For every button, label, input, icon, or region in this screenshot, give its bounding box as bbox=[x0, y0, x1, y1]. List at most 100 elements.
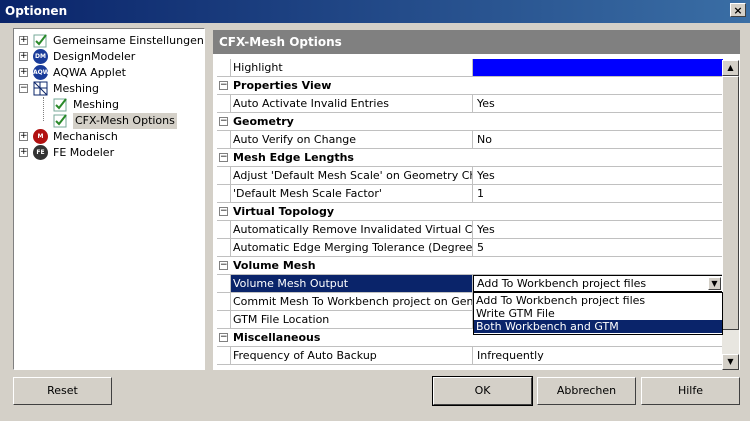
category-properties-view[interactable]: − Properties View bbox=[217, 77, 723, 95]
property-row-default-mesh-scale-factor[interactable]: 'Default Mesh Scale Factor' 1 bbox=[217, 185, 723, 203]
collapse-icon[interactable]: − bbox=[19, 84, 28, 93]
row-gutter bbox=[217, 311, 231, 329]
meshing-icon bbox=[33, 81, 48, 96]
window-title: Optionen bbox=[5, 4, 68, 18]
icon-badge: DM bbox=[33, 49, 48, 64]
reset-button[interactable]: Reset bbox=[13, 377, 112, 405]
property-row-frequency-of-auto-backup[interactable]: Frequency of Auto Backup Infrequently bbox=[217, 347, 723, 365]
scroll-up-button[interactable]: ▲ bbox=[722, 60, 739, 76]
row-gutter bbox=[217, 131, 231, 149]
icon-badge: M bbox=[33, 129, 48, 144]
volume-mesh-output-select[interactable]: Add To Workbench project files ▼ bbox=[473, 275, 723, 292]
expand-icon[interactable]: + bbox=[19, 68, 28, 77]
tree-item-label: DesignModeler bbox=[53, 50, 136, 63]
tree-item-label: Meshing bbox=[53, 82, 99, 95]
property-name: Automatically Remove Invalidated Virtual… bbox=[233, 221, 473, 238]
select-value: Add To Workbench project files bbox=[477, 277, 647, 290]
collapse-icon[interactable]: − bbox=[219, 81, 228, 90]
row-gutter bbox=[217, 347, 231, 365]
ok-button[interactable]: OK bbox=[432, 376, 533, 406]
title-bar: Optionen × bbox=[0, 0, 750, 23]
category-geometry[interactable]: − Geometry bbox=[217, 113, 723, 131]
collapse-icon[interactable]: − bbox=[219, 207, 228, 216]
property-value[interactable]: Yes bbox=[473, 167, 723, 184]
color-swatch[interactable] bbox=[473, 59, 723, 76]
row-gutter bbox=[217, 275, 231, 293]
property-value[interactable]: Infrequently bbox=[473, 347, 723, 364]
property-name: Highlight bbox=[231, 59, 473, 76]
dm-icon: DM bbox=[33, 49, 48, 64]
dropdown-option[interactable]: Both Workbench and GTM bbox=[474, 320, 722, 333]
property-row-auto-activate-invalid-entries[interactable]: Auto Activate Invalid Entries Yes bbox=[217, 95, 723, 113]
tree-item-label: CFX-Mesh Options bbox=[73, 113, 177, 129]
category-label: Volume Mesh bbox=[233, 259, 316, 272]
property-row-automatically-remove-invalidated-virtual-cells[interactable]: Automatically Remove Invalidated Virtual… bbox=[217, 221, 723, 239]
check-icon bbox=[53, 113, 68, 128]
collapse-icon[interactable]: − bbox=[219, 261, 228, 270]
collapse-icon[interactable]: − bbox=[219, 117, 228, 126]
mech-icon: M bbox=[33, 129, 48, 144]
property-row-adjust-default-mesh-scale-on-geometry-change[interactable]: Adjust 'Default Mesh Scale' on Geometry … bbox=[217, 167, 723, 185]
property-name: Volume Mesh Output bbox=[231, 275, 473, 292]
expand-icon[interactable]: + bbox=[19, 148, 28, 157]
dropdown-option[interactable]: Add To Workbench project files bbox=[474, 294, 722, 307]
property-value[interactable]: Yes bbox=[473, 221, 723, 238]
options-tree[interactable]: + Gemeinsame Einstellungen + DM DesignModele… bbox=[13, 28, 205, 370]
category-label: Virtual Topology bbox=[233, 205, 335, 218]
category-label: Properties View bbox=[233, 79, 332, 92]
row-gutter bbox=[217, 239, 231, 257]
property-name: Auto Verify on Change bbox=[231, 131, 473, 148]
property-value[interactable]: No bbox=[473, 131, 723, 148]
row-gutter bbox=[217, 167, 231, 185]
scroll-down-button[interactable]: ▼ bbox=[722, 354, 739, 370]
tree-connector bbox=[43, 97, 54, 121]
row-gutter bbox=[217, 95, 231, 113]
property-name: GTM File Location bbox=[231, 311, 473, 328]
tree-item-label: FE Modeler bbox=[53, 146, 115, 159]
row-gutter bbox=[217, 59, 231, 77]
tree-item-label: Gemeinsame Einstellungen bbox=[53, 34, 204, 47]
expand-icon[interactable]: + bbox=[19, 52, 28, 61]
collapse-icon[interactable]: − bbox=[219, 153, 228, 162]
property-row-auto-verify-on-change[interactable]: Auto Verify on Change No bbox=[217, 131, 723, 149]
property-value[interactable]: 5 bbox=[473, 239, 723, 256]
chevron-down-icon[interactable]: ▼ bbox=[708, 277, 721, 290]
volume-mesh-output-dropdown[interactable]: Add To Workbench project files Write GTM … bbox=[473, 292, 723, 335]
category-label: Mesh Edge Lengths bbox=[233, 151, 354, 164]
cancel-button[interactable]: Abbrechen bbox=[537, 377, 636, 405]
check-icon bbox=[53, 97, 68, 112]
row-gutter bbox=[217, 185, 231, 203]
category-mesh-edge-lengths[interactable]: − Mesh Edge Lengths bbox=[217, 149, 723, 167]
property-name: 'Default Mesh Scale Factor' bbox=[231, 185, 473, 202]
property-row-highlight[interactable]: Highlight bbox=[217, 59, 723, 77]
collapse-icon[interactable]: − bbox=[219, 333, 228, 342]
close-icon: × bbox=[733, 4, 743, 17]
category-label: Miscellaneous bbox=[233, 331, 321, 344]
row-gutter bbox=[217, 221, 231, 239]
close-button[interactable]: × bbox=[730, 3, 746, 17]
icon-badge: AQWA bbox=[33, 65, 48, 80]
scroll-thumb[interactable] bbox=[722, 76, 739, 330]
property-name: Frequency of Auto Backup bbox=[231, 347, 473, 364]
property-name: Adjust 'Default Mesh Scale' on Geometry … bbox=[231, 167, 473, 184]
panel-header: CFX-Mesh Options bbox=[213, 30, 740, 54]
dropdown-option[interactable]: Write GTM File bbox=[474, 307, 722, 320]
property-value[interactable]: Yes bbox=[473, 95, 723, 112]
property-name: Automatic Edge Merging Tolerance (Degree… bbox=[233, 239, 473, 256]
category-volume-mesh[interactable]: − Volume Mesh bbox=[217, 257, 723, 275]
tree-item-label: AQWA Applet bbox=[53, 66, 126, 79]
scroll-down-icon: ▼ bbox=[727, 357, 734, 366]
expand-icon[interactable]: + bbox=[19, 36, 28, 45]
category-label: Geometry bbox=[233, 115, 294, 128]
property-grid-scrollbar[interactable]: ▲ ▼ bbox=[722, 60, 739, 370]
aqwa-icon: AQWA bbox=[33, 65, 48, 80]
property-name: Commit Mesh To Workbench project on Gene… bbox=[233, 293, 473, 310]
property-value[interactable]: 1 bbox=[473, 185, 723, 202]
help-button[interactable]: Hilfe bbox=[641, 377, 740, 405]
property-row-volume-mesh-output[interactable]: Volume Mesh Output Add To Workbench proje… bbox=[217, 275, 723, 293]
expand-icon[interactable]: + bbox=[19, 132, 28, 141]
category-virtual-topology[interactable]: − Virtual Topology bbox=[217, 203, 723, 221]
property-row-automatic-edge-merging-tolerance-degrees[interactable]: Automatic Edge Merging Tolerance (Degree… bbox=[217, 239, 723, 257]
scroll-up-icon: ▲ bbox=[727, 63, 734, 72]
tree-item-label: Mechanisch bbox=[53, 130, 118, 143]
